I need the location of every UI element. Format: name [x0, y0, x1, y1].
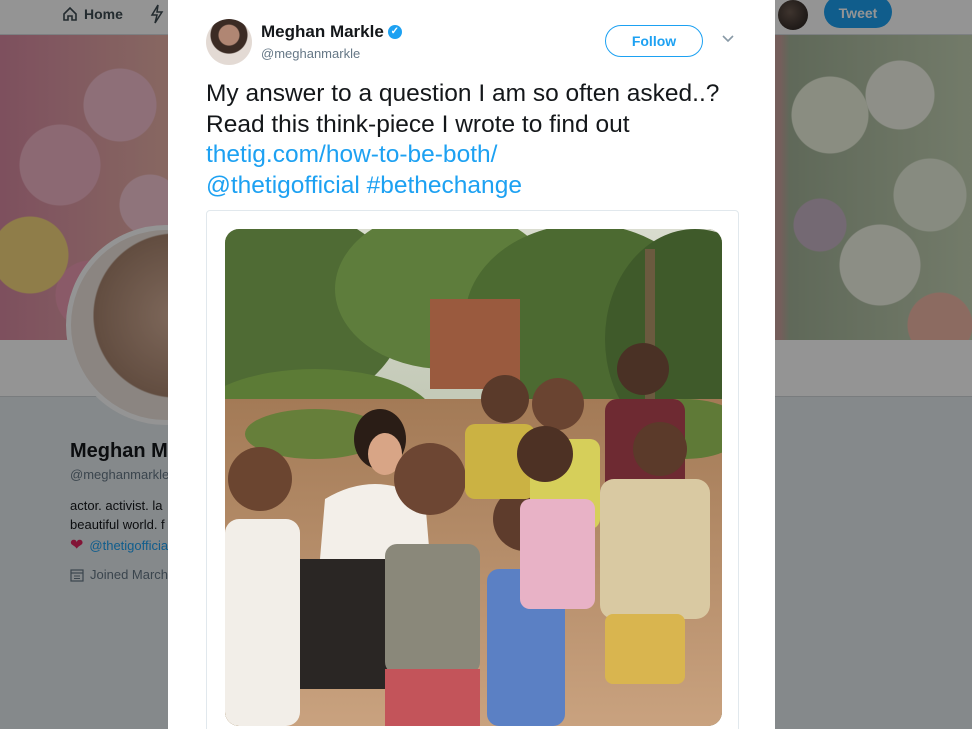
- chevron-down-icon[interactable]: [720, 32, 736, 48]
- verified-badge-icon: ✓: [387, 25, 402, 39]
- author-avatar[interactable]: [206, 19, 252, 65]
- follow-button[interactable]: Follow: [605, 25, 703, 57]
- tweet-hashtag[interactable]: #bethechange: [367, 172, 522, 199]
- author-name-row[interactable]: Meghan Markle ✓: [261, 22, 402, 42]
- tweet-mention[interactable]: @thetigofficial: [206, 172, 360, 199]
- tweet-photo[interactable]: [225, 229, 722, 726]
- author-handle[interactable]: @meghanmarkle: [261, 46, 360, 61]
- tweet-media-card[interactable]: [206, 210, 739, 729]
- tweet-text: My answer to a question I am so often as…: [206, 79, 746, 201]
- author-name[interactable]: Meghan Markle: [261, 22, 384, 42]
- tweet-link[interactable]: thetig.com/how-to-be-both/: [206, 141, 497, 168]
- tweet-text-body: My answer to a question I am so often as…: [206, 80, 720, 138]
- tweet-photo-illustration: [225, 229, 722, 726]
- tweet-modal: Meghan Markle ✓ @meghanmarkle Follow My …: [168, 0, 775, 729]
